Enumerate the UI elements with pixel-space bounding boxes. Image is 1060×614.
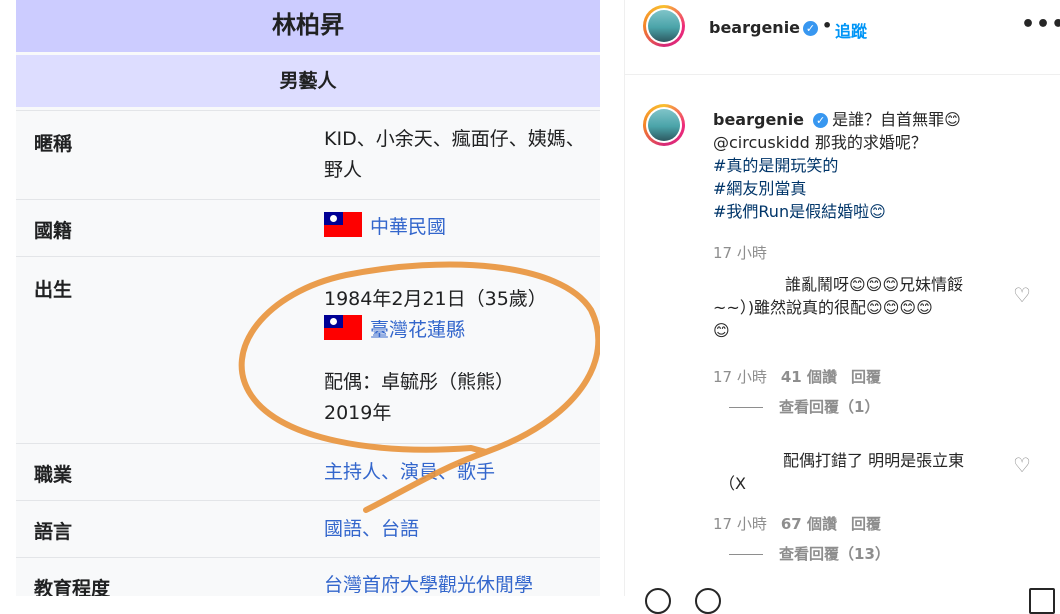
row-label: 教育程度 [34,578,111,596]
caption-line2: @circuskidd 那我的求婚呢？ [713,133,927,152]
more-options-icon[interactable]: ••• [1021,12,1060,37]
spouse-year: 2019年 [324,402,392,424]
birth-place: 臺灣花蓮縣 [324,315,594,346]
birth-place-link[interactable]: 臺灣花蓮縣 [370,319,465,341]
instagram-panel: beargenie ✓ • 追蹤 ••• beargenie ✓是誰？自首無罪😊… [624,0,1060,614]
row-label: 國籍 [34,220,73,242]
avatar[interactable] [643,5,685,47]
wiki-infobox: 林柏昇 男藝人 暱稱 KID、小余天、瘋面仔、姨媽、野人 國籍 中華民國 出生 … [16,0,600,596]
comment-time[interactable]: 17 小時 [713,368,767,386]
row-label: 職業 [34,464,73,486]
row-label: 出生 [34,279,73,301]
comment-likes[interactable]: 67 個讚 [781,515,837,533]
comment-text: ~~）)雖然說真的很配😊😊😊😊 [713,298,933,317]
like-heart-icon[interactable]: ♡ [1013,283,1031,307]
caption-text: 是誰？自首無罪😊 [832,110,961,129]
comment-time[interactable]: 17 小時 [713,515,767,533]
infobox-row-birth: 出生 1984年2月21日（35歲） 臺灣花蓮縣 配偶：卓毓彤（熊熊） 2019… [16,256,600,443]
view-replies-button[interactable]: 查看回覆（13） [729,543,890,564]
row-label: 語言 [34,521,73,543]
comment-likes[interactable]: 41 個讚 [781,368,837,386]
roc-flag-icon [324,315,362,340]
comment-text: 誰亂鬧呀😊😊😊兄妹情餒 [785,275,964,294]
follow-button[interactable]: 追蹤 [835,18,867,42]
infobox-row-language: 語言 國語、台語 [16,500,600,557]
comment-meta: 17 小時 41 個讚 回覆 [713,366,881,387]
view-replies-label: 查看回覆（13） [779,545,890,563]
hashtag[interactable]: #真的是開玩笑的 [713,156,838,175]
bookmark-icon[interactable] [1029,588,1055,614]
action-bar [645,588,1055,614]
separator-dot: • [822,16,833,35]
view-replies-button[interactable]: 查看回覆（1） [729,396,879,417]
comment-text: （X [719,474,746,493]
infobox-row-education: 教育程度 台灣首府大學觀光休閒學 [16,557,600,596]
post-header: beargenie ✓ • 追蹤 ••• [625,0,1060,75]
row-value: 中華民國 [324,212,594,243]
infobox-row-occupation: 職業 主持人、演員、歌手 [16,443,600,500]
comment-text: 配偶打錯了 明明是張立東 [783,451,965,470]
nationality-link[interactable]: 中華民國 [370,216,446,238]
infobox-row-nickname: 暱稱 KID、小余天、瘋面仔、姨媽、野人 [16,110,600,199]
row-label: 暱稱 [34,133,73,155]
caption-username[interactable]: beargenie [713,110,804,129]
post-caption: beargenie ✓ 是誰？自首無罪😊 @circuskidd 那我的求婚呢？ … [713,108,1043,223]
hashtag[interactable]: #網友別當真 [713,179,806,198]
view-replies-label: 查看回覆（1） [779,398,880,416]
comment-meta: 17 小時 67 個讚 回覆 [713,513,881,534]
comment-text: 😊 [713,321,730,340]
spouse: 配偶：卓毓彤（熊熊） [324,371,515,393]
caption-timestamp[interactable]: 17 小時 [713,242,767,263]
row-value: KID、小余天、瘋面仔、姨媽、野人 [324,128,585,181]
education-link[interactable]: 台灣首府大學觀光休閒學 [324,570,600,596]
infobox-subtitle: 男藝人 [16,55,600,107]
comment-icon[interactable] [695,588,721,614]
reply-button[interactable]: 回覆 [851,515,881,533]
language-links[interactable]: 國語、台語 [324,514,594,545]
like-heart-icon[interactable]: ♡ [1013,453,1031,477]
verified-badge-icon: ✓ [813,113,829,128]
verified-badge-icon: ✓ [803,21,818,36]
birth-date: 1984年2月21日（35歲） [324,288,547,310]
roc-flag-icon [324,212,362,237]
reply-button[interactable]: 回覆 [851,368,881,386]
infobox-row-nationality: 國籍 中華民國 [16,199,600,256]
occupation-links[interactable]: 主持人、演員、歌手 [324,457,594,488]
infobox-title: 林柏昇 [16,0,600,52]
avatar[interactable] [643,104,685,146]
header-username[interactable]: beargenie [709,18,800,37]
heart-icon[interactable] [645,588,671,614]
hashtag[interactable]: #我們Run是假結婚啦😊 [713,202,886,221]
